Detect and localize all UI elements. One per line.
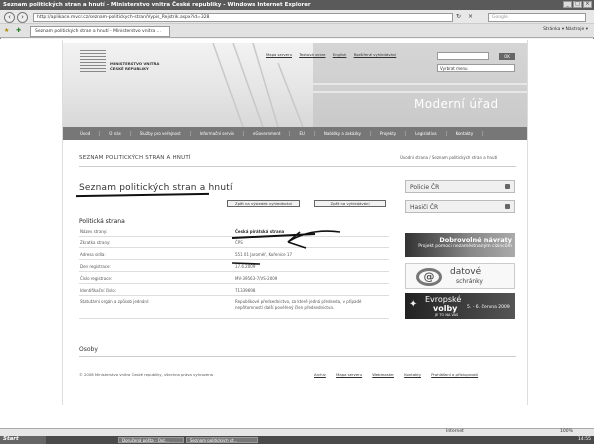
row-label-abbr: Zkratka strany: bbox=[80, 240, 111, 245]
banner-voluntary-returns[interactable]: Dobrovolné návraty Projekt pomoci nezamě… bbox=[405, 233, 515, 257]
row-label-address: Adresa sídla: bbox=[80, 252, 106, 257]
start-button[interactable]: Start bbox=[0, 436, 46, 444]
close-button[interactable]: × bbox=[583, 1, 592, 8]
back-to-results-button[interactable]: Zpět na výsledek vyhledávání bbox=[227, 200, 300, 207]
row-divider bbox=[79, 283, 389, 284]
address-bar[interactable]: http://aplikace.mvcr.cz/seznam-politicky… bbox=[33, 13, 453, 22]
row-label-id: Identifikační číslo: bbox=[80, 288, 117, 293]
menu-item-nabidky[interactable]: Nabídky a zakázky bbox=[315, 131, 371, 136]
browser-tab[interactable]: Seznam politických stran a hnutí - Minis… bbox=[30, 26, 170, 37]
browser-tools[interactable]: Stránka ▾ Nástroje ▾ bbox=[543, 27, 588, 32]
sidebar-police-box[interactable]: Policie ČR bbox=[405, 180, 515, 193]
row-label-name: Název strany: bbox=[80, 229, 108, 234]
ministry-logo-icon[interactable] bbox=[80, 50, 106, 72]
row-value-reg-number: MV-39563-7/VS-2009 bbox=[235, 276, 278, 281]
footer-links: Archiv Mapa serveru Webmaster Kontakty P… bbox=[314, 372, 487, 377]
tagline: Moderní úřad bbox=[414, 97, 499, 111]
menu-select[interactable]: Vyrbrat menu bbox=[437, 64, 515, 72]
divider bbox=[79, 166, 516, 167]
row-value-id: 71339698 bbox=[235, 288, 256, 293]
main-menu: Úvod O nás Služby pro veřejnost Informač… bbox=[63, 127, 527, 140]
party-section-heading: Politická strana bbox=[79, 218, 125, 225]
window-controls: _ □ × bbox=[563, 1, 592, 8]
banner-elections-line2: volby bbox=[433, 304, 458, 313]
divider bbox=[79, 356, 516, 357]
refresh-icon[interactable]: ↻ bbox=[456, 13, 461, 20]
back-to-search-button[interactable]: Zpět na vyhledávání bbox=[314, 200, 386, 207]
sidebar-firefighters-box[interactable]: Hasiči ČR bbox=[405, 200, 515, 213]
star-icon: ✦ bbox=[409, 299, 418, 310]
row-divider bbox=[79, 318, 389, 319]
menu-item-kontakty[interactable]: Kontakty bbox=[447, 131, 484, 136]
window-title: Seznam politických stran a hnutí - Minis… bbox=[0, 0, 594, 10]
search-ok-button[interactable]: OK bbox=[499, 53, 515, 60]
page-title: Seznam politických stran a hnutí bbox=[79, 183, 233, 193]
expand-icon[interactable] bbox=[505, 184, 510, 189]
menu-item-egovernment[interactable]: eGovernment bbox=[244, 131, 291, 136]
at-sign-icon: @ bbox=[416, 268, 442, 286]
banner-data-boxes-line2: schránky bbox=[456, 278, 483, 285]
breadcrumb[interactable]: Úvodní strana / Seznam politických stran… bbox=[400, 155, 497, 160]
expand-icon[interactable] bbox=[505, 204, 510, 209]
row-divider bbox=[79, 271, 389, 272]
link-text-version[interactable]: Textová verze bbox=[299, 52, 325, 57]
section-heading: SEZNAM POLITICKÝCH STRAN A HNUTÍ bbox=[79, 155, 191, 161]
sidebar-firefighters-label: Hasiči ČR bbox=[410, 204, 439, 211]
top-links: Mapa serveru Textová verze English Rozší… bbox=[266, 52, 402, 57]
minimize-button[interactable]: _ bbox=[563, 1, 572, 8]
site-search-input[interactable] bbox=[437, 52, 489, 60]
logo-text-line2: ČESKÉ REPUBLIKY bbox=[110, 66, 149, 71]
menu-item-o-nas[interactable]: O nás bbox=[100, 131, 131, 136]
menu-item-informacni-servis[interactable]: Informační servis bbox=[191, 131, 245, 136]
favorites-star-icon[interactable]: ★ bbox=[4, 27, 9, 34]
footer-link-sitemap[interactable]: Mapa serveru bbox=[336, 372, 362, 377]
banner-voluntary-returns-title: Dobrovolné návraty bbox=[439, 236, 512, 244]
forward-button[interactable]: › bbox=[17, 12, 28, 23]
link-sitemap[interactable]: Mapa serveru bbox=[266, 52, 292, 57]
menu-item-legislativa[interactable]: Legislativa bbox=[406, 131, 447, 136]
menu-item-projekty[interactable]: Projekty bbox=[371, 131, 407, 136]
taskbar bbox=[0, 436, 594, 444]
banner-elections-slogan: JE TO NA VÁS bbox=[435, 313, 459, 317]
task-outlook[interactable]: Doručená pošta - Out... bbox=[118, 437, 184, 443]
back-button[interactable]: ‹ bbox=[4, 12, 15, 23]
clock: 14:55 bbox=[578, 437, 591, 442]
row-label-statutory: Statutární orgán a způsob jednání: bbox=[80, 299, 150, 304]
footer-copyright: © 2008 Ministerstvo vnitra České republi… bbox=[79, 372, 213, 377]
footer-link-webmaster[interactable]: Webmaster bbox=[372, 372, 394, 377]
footer-link-accessibility[interactable]: Prohlášení o přístupnosti bbox=[431, 372, 478, 377]
row-divider bbox=[79, 295, 389, 296]
banner-data-boxes-line1: datové bbox=[450, 267, 482, 277]
banner-elections-line1: Evropské bbox=[425, 295, 462, 304]
link-advanced-search[interactable]: Rozšířené vyhledávání bbox=[354, 52, 397, 57]
menu-item-sluzby[interactable]: Služby pro veřejnost bbox=[131, 131, 191, 136]
add-favorite-icon[interactable]: ✚ bbox=[16, 27, 21, 34]
link-english[interactable]: English bbox=[333, 52, 347, 57]
menu-item-uvod[interactable]: Úvod bbox=[71, 131, 101, 136]
persons-heading: Osoby bbox=[79, 346, 98, 353]
search-input[interactable]: Google bbox=[488, 13, 586, 22]
row-value-statutory: Republikové předsednictvo, za které jedn… bbox=[235, 299, 362, 310]
zoom-level[interactable]: 100% bbox=[560, 429, 573, 434]
row-label-reg-date: Den registrace: bbox=[80, 264, 111, 269]
banner-elections-date: 5. - 6. června 2009 bbox=[467, 305, 510, 310]
sidebar-police-label: Policie ČR bbox=[410, 184, 440, 191]
maximize-button[interactable]: □ bbox=[573, 1, 582, 8]
banner-data-boxes[interactable]: @ datové schránky bbox=[405, 263, 515, 289]
banner-voluntary-returns-sub: Projekt pomoci nezaměstnaným cizincům bbox=[418, 244, 512, 249]
handdrawn-arrow bbox=[231, 230, 341, 265]
security-zone: Internet bbox=[446, 429, 464, 434]
menu-item-eu[interactable]: EU bbox=[290, 131, 315, 136]
task-browser[interactable]: Seznam politických st... bbox=[186, 437, 258, 443]
footer-link-archive[interactable]: Archiv bbox=[314, 372, 326, 377]
row-label-reg-number: Číslo registrace: bbox=[80, 276, 113, 281]
banner-european-elections[interactable]: ✦ Evropské volby 5. - 6. června 2009 JE … bbox=[405, 293, 515, 319]
stop-icon[interactable]: × bbox=[468, 13, 473, 20]
footer-link-contacts[interactable]: Kontakty bbox=[404, 372, 421, 377]
